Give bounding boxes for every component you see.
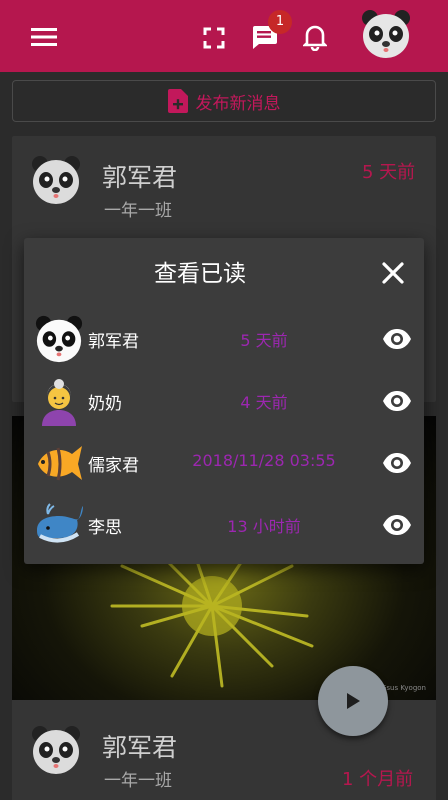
- read-time: 2018/11/28 03:55: [192, 451, 336, 470]
- app-bar: 1: [0, 0, 448, 72]
- post-class: 一年一班: [104, 771, 172, 791]
- new-post-icon: [167, 89, 188, 113]
- whale-icon: [34, 500, 84, 550]
- reader-name: 奶奶: [88, 394, 122, 414]
- read-receipts-dialog: 查看已读 郭军君 5 天前 奶奶 4 天前 儒家君 2018/11/28 03:…: [24, 238, 424, 564]
- fullscreen-icon[interactable]: [200, 24, 228, 52]
- post-class: 一年一班: [104, 201, 172, 221]
- compose-label: 发布新消息: [195, 93, 281, 114]
- play-button[interactable]: [318, 666, 388, 736]
- eye-icon[interactable]: [382, 513, 412, 537]
- dialog-title: 查看已读: [154, 261, 246, 287]
- read-time: 5 天前: [240, 331, 288, 350]
- post-time: 5 天前: [362, 162, 416, 183]
- close-icon[interactable]: [380, 260, 406, 286]
- reader-name: 郭军君: [88, 332, 139, 352]
- post-time: 1 个月前: [342, 769, 414, 790]
- notification-badge: 1: [268, 10, 292, 34]
- eye-icon[interactable]: [382, 327, 412, 351]
- compose-button[interactable]: 发布新消息: [12, 80, 436, 122]
- play-icon: [347, 693, 360, 709]
- post-author: 郭军君: [102, 163, 178, 192]
- panda-icon: [34, 314, 84, 364]
- photo-watermark: Gsus Kyogon: [380, 684, 426, 692]
- post-author: 郭军君: [102, 733, 178, 762]
- read-time: 4 天前: [240, 393, 288, 412]
- tropical-fish-icon: [34, 438, 84, 488]
- bell-icon[interactable]: [300, 22, 330, 52]
- panda-avatar-icon: [30, 724, 82, 776]
- reader-name: 儒家君: [88, 456, 139, 476]
- panda-avatar-icon: [30, 154, 82, 206]
- eye-icon[interactable]: [382, 451, 412, 475]
- user-avatar[interactable]: [360, 8, 412, 60]
- reader-row[interactable]: 奶奶 4 天前: [24, 370, 424, 432]
- reader-row[interactable]: 儒家君 2018/11/28 03:55: [24, 432, 424, 494]
- reader-row[interactable]: 郭军君 5 天前: [24, 308, 424, 370]
- reader-row[interactable]: 李思 13 小时前: [24, 494, 424, 556]
- grandmother-icon: [34, 376, 84, 426]
- menu-icon[interactable]: [28, 22, 60, 52]
- read-time: 13 小时前: [227, 517, 301, 536]
- reader-name: 李思: [88, 518, 122, 538]
- eye-icon[interactable]: [382, 389, 412, 413]
